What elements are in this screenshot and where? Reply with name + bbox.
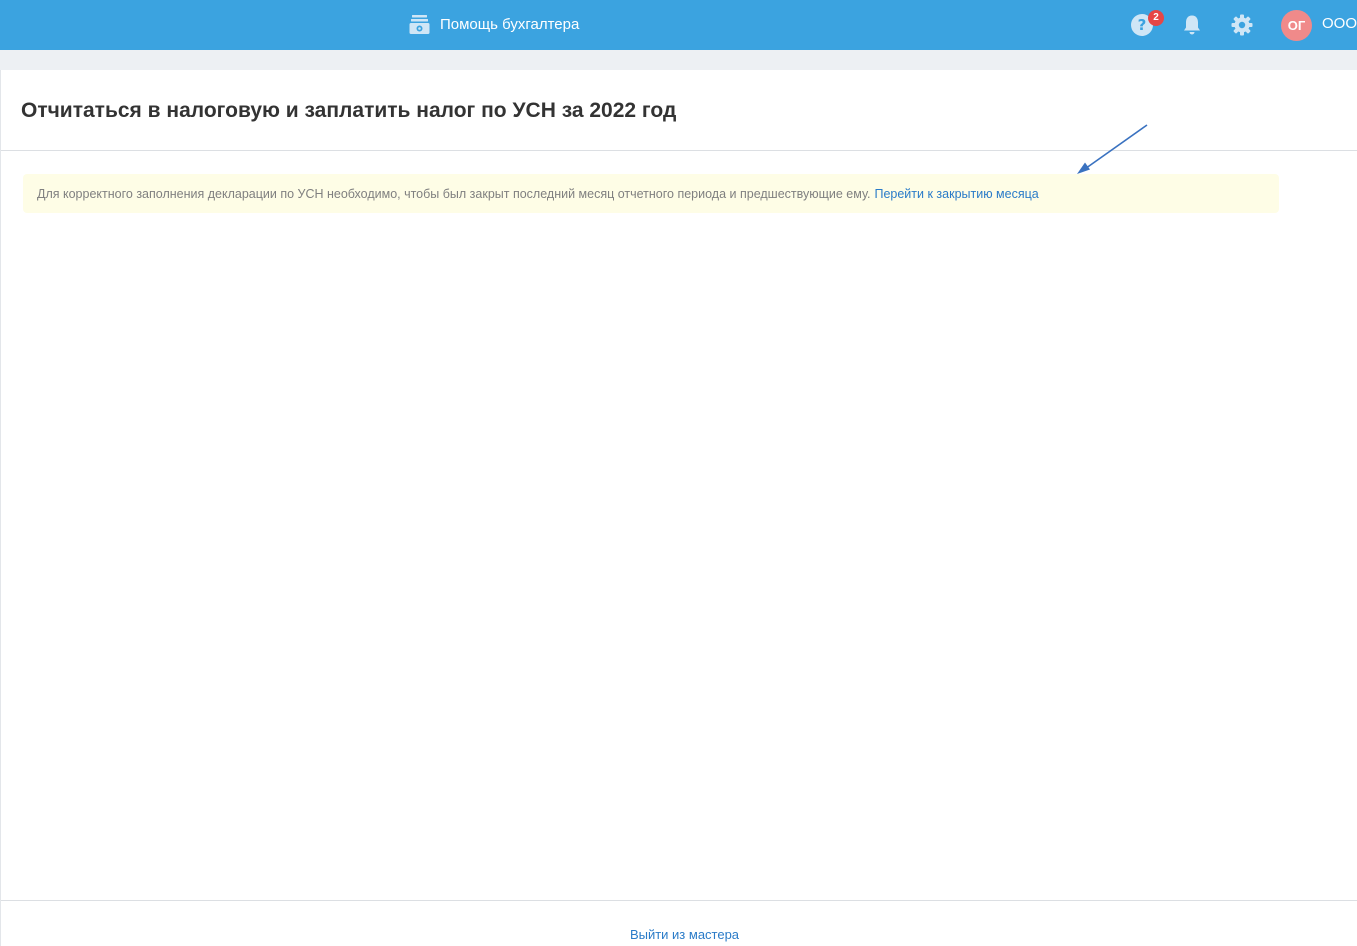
header-divider (1, 150, 1357, 151)
help-badge: 2 (1148, 10, 1164, 26)
notice-text: Для корректного заполнения декларации по… (37, 186, 871, 201)
footer-divider (1, 900, 1357, 901)
gear-icon (1230, 13, 1254, 37)
close-month-link[interactable]: Перейти к закрытию месяца (874, 187, 1038, 201)
bell-icon (1180, 13, 1204, 37)
wizard-panel: Отчитаться в налоговую и заплатить налог… (0, 70, 1357, 946)
page-title: Отчитаться в налоговую и заплатить налог… (21, 99, 677, 122)
cash-register-icon (409, 14, 430, 35)
organization-name[interactable]: ООО (1322, 15, 1357, 32)
svg-text:?: ? (1138, 16, 1147, 34)
notifications-button[interactable] (1180, 13, 1204, 37)
warning-notice: Для корректного заполнения декларации по… (23, 174, 1279, 213)
settings-button[interactable] (1230, 13, 1254, 37)
exit-wizard-link[interactable]: Выйти из мастера (1, 927, 1357, 942)
user-avatar[interactable]: ОГ (1281, 10, 1312, 41)
help-accountant-label: Помощь бухгалтера (440, 15, 580, 33)
help-accountant-button[interactable]: Помощь бухгалтера (409, 12, 579, 36)
top-navigation-bar: Помощь бухгалтера ? 2 ОГ ООО (0, 0, 1357, 50)
